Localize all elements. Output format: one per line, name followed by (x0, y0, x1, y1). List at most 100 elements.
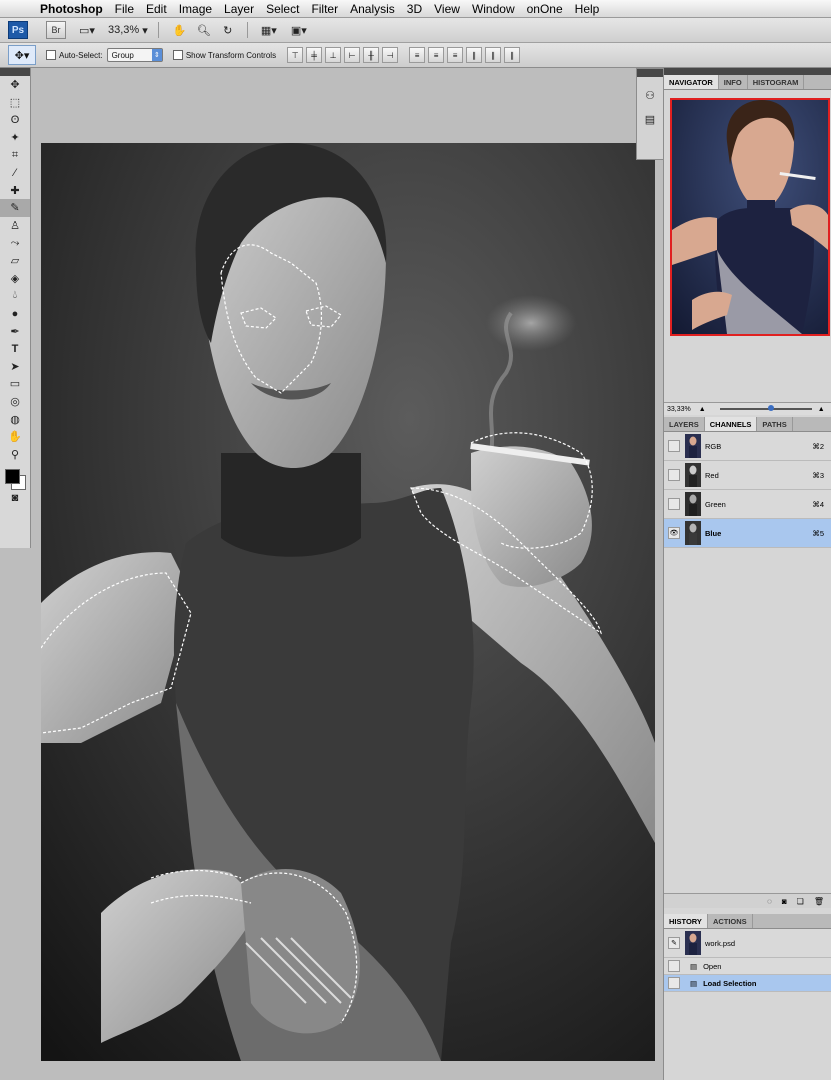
foreground-color-swatch[interactable] (5, 469, 20, 485)
visibility-toggle[interactable] (668, 469, 680, 481)
eraser-tool-icon[interactable]: ▱ (0, 252, 30, 270)
panel-grip[interactable] (0, 68, 30, 76)
distribute-top-icon[interactable]: ≡ (409, 47, 426, 63)
distribute-right-icon[interactable]: ∥ (504, 47, 521, 63)
menu-window[interactable]: Window (466, 2, 521, 16)
dodge-tool-icon[interactable]: ● (0, 305, 30, 323)
history-state-open[interactable]: ▤ Open (664, 958, 831, 975)
history-source-toggle[interactable] (668, 977, 680, 989)
distribute-vcenter-icon[interactable]: ≡ (428, 47, 445, 63)
lasso-tool-icon[interactable]: ʘ (0, 111, 30, 129)
navigator-zoom-slider[interactable] (719, 405, 812, 411)
history-snapshot-row[interactable]: ✎ work.psd (664, 929, 831, 958)
tab-navigator[interactable]: NAVIGATOR (664, 75, 719, 89)
menu-analysis[interactable]: Analysis (344, 2, 401, 16)
navigator-thumbnail[interactable] (670, 98, 830, 336)
zoom-in-icon[interactable]: ▲ (818, 406, 825, 413)
zoom-tool-icon[interactable]: ⚲ (0, 445, 30, 463)
visibility-toggle[interactable] (668, 498, 680, 510)
align-bottom-icon[interactable]: ⊥ (325, 47, 342, 63)
quick-mask-icon[interactable]: ◙ (0, 489, 30, 507)
rotate-view-icon[interactable]: ↻ (219, 22, 237, 38)
document-canvas[interactable] (41, 143, 655, 1061)
layer-comps-icon[interactable]: ▤ (637, 111, 663, 129)
3d-orbit-tool-icon[interactable]: ◍ (0, 410, 30, 428)
show-transform-checkbox[interactable] (172, 50, 183, 60)
tab-channels[interactable]: CHANNELS (704, 417, 758, 431)
tab-layers[interactable]: LAYERS (664, 417, 705, 431)
menu-layer[interactable]: Layer (218, 2, 260, 16)
align-hcenter-icon[interactable]: ╫ (363, 47, 380, 63)
menu-filter[interactable]: Filter (305, 2, 344, 16)
menu-edit[interactable]: Edit (140, 2, 173, 16)
eye-icon[interactable]: 👁︎ (668, 527, 680, 539)
channel-row-rgb[interactable]: RGB ⌘2 (664, 432, 831, 461)
slider-knob[interactable] (767, 405, 774, 411)
brush-tool-icon[interactable]: ✎ (0, 199, 30, 217)
magic-wand-tool-icon[interactable]: ✦ (0, 129, 30, 147)
menu-select[interactable]: Select (260, 2, 305, 16)
paint-bucket-tool-icon[interactable]: ◈ (0, 270, 30, 288)
screen-layout-icon[interactable]: ▭▾ (78, 22, 96, 38)
usb-icon[interactable]: ⚇ (637, 87, 663, 105)
tab-paths[interactable]: PATHS (757, 417, 793, 431)
new-channel-icon[interactable]: ❏ (797, 897, 804, 906)
history-brush-source-icon[interactable]: ✎ (668, 937, 680, 949)
save-selection-channel-icon[interactable]: ◙ (782, 897, 787, 906)
blur-tool-icon[interactable]: 💧︎ (0, 287, 30, 305)
3d-rotate-tool-icon[interactable]: ◎ (0, 393, 30, 411)
channel-row-green[interactable]: Green ⌘4 (664, 490, 831, 519)
zoom-level-dropdown[interactable]: 33,3% ▾ (108, 22, 148, 38)
tab-histogram[interactable]: HISTOGRAM (748, 75, 805, 89)
history-state-load-selection[interactable]: ▤ Load Selection (664, 975, 831, 992)
menu-file[interactable]: File (109, 2, 140, 16)
distribute-hcenter-icon[interactable]: ∥ (485, 47, 502, 63)
zoom-out-icon[interactable]: ▲ (699, 406, 706, 413)
channel-row-red[interactable]: Red ⌘3 (664, 461, 831, 490)
arrange-documents-icon[interactable]: ▦▾ (260, 22, 278, 38)
distribute-bottom-icon[interactable]: ≡ (447, 47, 464, 63)
tab-history[interactable]: HISTORY (664, 914, 708, 928)
panel-grip[interactable] (664, 68, 831, 75)
screen-mode-icon[interactable]: ▣▾ (290, 22, 308, 38)
tool-preset-picker[interactable]: ✥▾ (8, 45, 36, 65)
pen-tool-icon[interactable]: ✒ (0, 322, 30, 340)
healing-brush-tool-icon[interactable]: ✚ (0, 182, 30, 200)
crop-tool-icon[interactable]: ⌗ (0, 146, 30, 164)
menu-help[interactable]: Help (569, 2, 606, 16)
type-tool-icon[interactable]: T (0, 340, 30, 358)
align-top-icon[interactable]: ⊤ (287, 47, 304, 63)
hand-tool-icon[interactable]: ✋ (171, 22, 189, 38)
bridge-button[interactable]: Br (46, 21, 66, 39)
marquee-tool-icon[interactable]: ⬚ (0, 94, 30, 112)
trash-icon[interactable]: 🗑︎ (814, 897, 824, 906)
channel-row-blue[interactable]: 👁︎ Blue ⌘5 (664, 519, 831, 548)
align-vcenter-icon[interactable]: ╪ (306, 47, 323, 63)
auto-select-dropdown[interactable]: Group ⇕ (106, 48, 163, 62)
align-right-icon[interactable]: ⊣ (382, 47, 399, 63)
path-selection-tool-icon[interactable]: ➤ (0, 358, 30, 376)
menu-photoshop[interactable]: Photoshop (34, 2, 109, 16)
zoom-tool-icon[interactable]: 🔍︎ (195, 22, 213, 38)
auto-select-checkbox[interactable] (46, 50, 56, 60)
hand-tool-icon[interactable]: ✋ (0, 428, 30, 446)
tab-info[interactable]: INFO (719, 75, 748, 89)
menu-image[interactable]: Image (173, 2, 218, 16)
history-source-toggle[interactable] (668, 960, 680, 972)
move-tool-icon[interactable]: ✥ (0, 76, 30, 94)
shape-tool-icon[interactable]: ▭ (0, 375, 30, 393)
navigator-zoom-value[interactable]: 33,33% (667, 406, 691, 413)
menu-3d[interactable]: 3D (401, 2, 428, 16)
panel-grip[interactable] (637, 69, 663, 77)
menu-onone[interactable]: onOne (521, 2, 569, 16)
menu-view[interactable]: View (428, 2, 466, 16)
clone-stamp-tool-icon[interactable]: ♙ (0, 217, 30, 235)
align-left-icon[interactable]: ⊢ (344, 47, 361, 63)
visibility-toggle[interactable] (668, 440, 680, 452)
distribute-left-icon[interactable]: ∥ (466, 47, 483, 63)
eyedropper-tool-icon[interactable]: ⁄ (0, 164, 30, 182)
load-channel-selection-icon[interactable]: ◌ (767, 897, 772, 906)
tab-actions[interactable]: ACTIONS (708, 914, 753, 928)
color-swatches[interactable] (0, 463, 30, 491)
history-brush-tool-icon[interactable]: ⤳ (0, 234, 30, 252)
